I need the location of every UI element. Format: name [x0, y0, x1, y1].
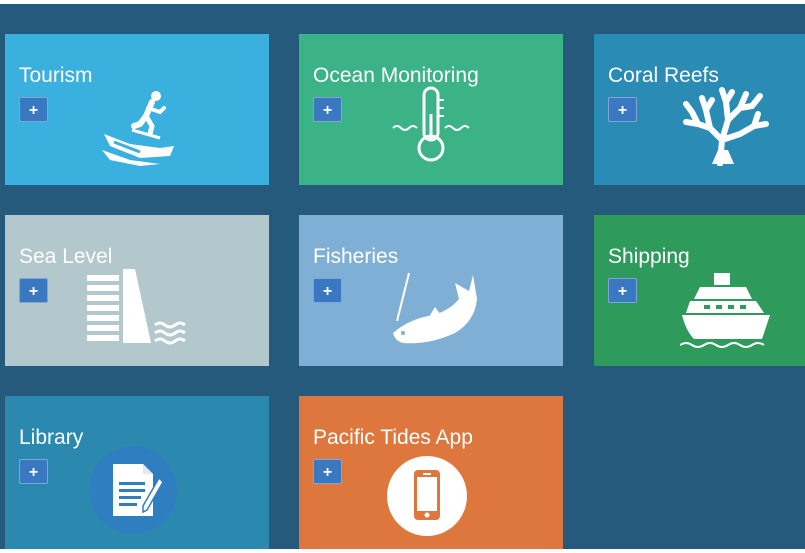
tile-pacific-tides-app[interactable]: Pacific Tides App + — [299, 396, 563, 549]
expand-button[interactable]: + — [313, 278, 342, 303]
expand-button[interactable]: + — [608, 278, 637, 303]
expand-button[interactable]: + — [313, 97, 342, 122]
tile-ocean-monitoring[interactable]: Ocean Monitoring + — [299, 34, 563, 185]
coral-icon — [682, 84, 772, 166]
thermometer-waves-icon — [391, 84, 471, 164]
document-pen-icon — [87, 444, 179, 536]
water-skier-icon — [100, 86, 180, 166]
expand-button[interactable]: + — [19, 278, 48, 303]
tile-grid: Tourism + Ocean Monitoring + Coral Reefs… — [0, 4, 805, 549]
expand-button[interactable]: + — [608, 97, 637, 122]
expand-button[interactable]: + — [19, 459, 48, 484]
tile-tourism[interactable]: Tourism + — [5, 34, 269, 185]
tile-title: Shipping — [608, 245, 690, 268]
tile-fisheries[interactable]: Fisheries + — [299, 215, 563, 366]
tile-title: Pacific Tides App — [313, 426, 473, 449]
seawall-icon — [85, 267, 190, 347]
tile-title: Fisheries — [313, 245, 399, 268]
cruise-ship-icon — [680, 269, 775, 351]
tile-sea-level[interactable]: Sea Level + — [5, 215, 269, 366]
expand-button[interactable]: + — [19, 97, 48, 122]
tile-title: Library — [19, 426, 84, 449]
expand-button[interactable]: + — [313, 459, 342, 484]
smartphone-icon — [385, 454, 469, 538]
tile-title: Sea Level — [19, 245, 113, 268]
tile-title: Tourism — [19, 64, 93, 87]
tile-library[interactable]: Library + — [5, 396, 269, 549]
tile-coral-reefs[interactable]: Coral Reefs + — [594, 34, 805, 185]
fish-on-line-icon — [389, 269, 479, 349]
tile-shipping[interactable]: Shipping + — [594, 215, 805, 366]
